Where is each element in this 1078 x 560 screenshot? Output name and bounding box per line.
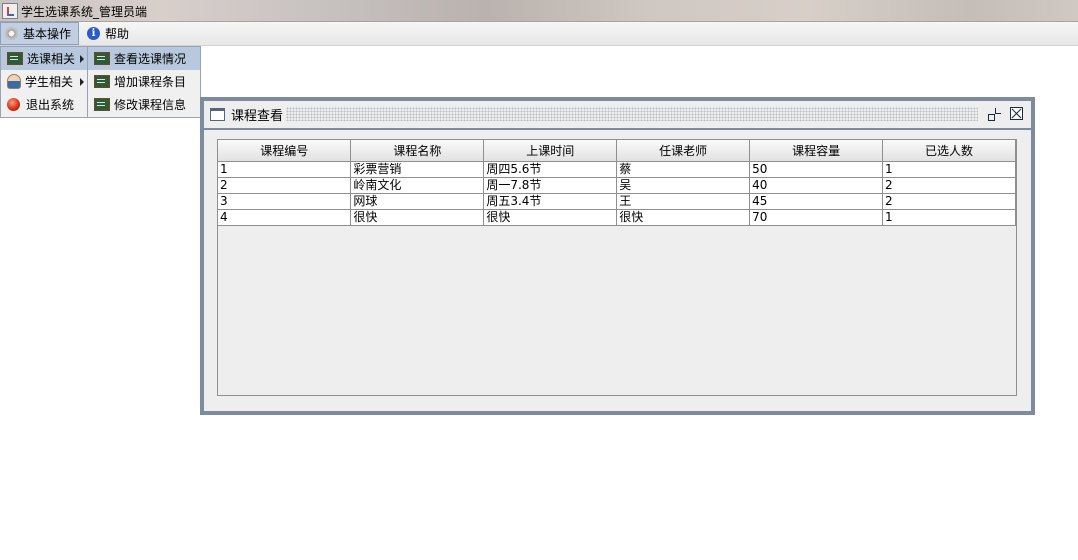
menu-help-label: 帮助 <box>105 27 130 41</box>
title-bar-texture <box>286 107 978 121</box>
column-header-enrolled[interactable]: 已选人数 <box>882 140 1016 162</box>
table-cell[interactable]: 很快 <box>350 209 485 226</box>
menu-item-label: 增加课程条目 <box>114 75 187 89</box>
table-cell[interactable]: 1 <box>218 161 352 178</box>
course-table: 课程编号 课程名称 上课时间 任课老师 课程容量 已选人数 1 彩票营销 周四5… <box>218 140 1016 226</box>
table-cell[interactable]: 1 <box>882 209 1016 226</box>
menu-item-label: 选课相关 <box>27 52 76 66</box>
close-icon[interactable] <box>1010 107 1023 120</box>
gear-icon <box>5 27 18 40</box>
course-submenu: 查看选课情况 增加课程条目 修改课程信息 <box>87 46 201 118</box>
table-cell[interactable]: 王 <box>616 193 751 210</box>
menu-item-label: 查看选课情况 <box>114 52 187 66</box>
blackboard-icon <box>94 52 110 65</box>
table-header-row: 课程编号 课程名称 上课时间 任课老师 课程容量 已选人数 <box>218 140 1016 162</box>
table-cell[interactable]: 50 <box>749 161 884 178</box>
table-cell[interactable]: 2 <box>882 177 1016 194</box>
table-cell[interactable]: 很快 <box>483 209 618 226</box>
table-cell[interactable]: 蔡 <box>616 161 751 178</box>
column-header-teacher[interactable]: 任课老师 <box>616 140 751 162</box>
window-title-bar[interactable]: 学生选课系统_管理员端 <box>0 0 1078 22</box>
menu-basic-dropdown: 选课相关 学生相关 退出系统 <box>0 46 88 118</box>
table-cell[interactable]: 45 <box>749 193 884 210</box>
menu-item-label: 退出系统 <box>26 98 75 112</box>
blackboard-icon <box>94 98 110 111</box>
table-cell[interactable]: 2 <box>882 193 1016 210</box>
menu-item-view-course-selection[interactable]: 查看选课情况 <box>88 47 200 70</box>
info-icon: i <box>87 27 100 40</box>
menu-item-label: 修改课程信息 <box>114 98 187 112</box>
table-cell[interactable]: 70 <box>749 209 884 226</box>
menu-item-edit-course[interactable]: 修改课程信息 <box>88 93 200 116</box>
menu-bar: 基本操作 i 帮助 <box>0 22 1078 46</box>
table-cell[interactable]: 很快 <box>616 209 751 226</box>
table-cell[interactable]: 网球 <box>350 193 485 210</box>
java-app-icon <box>2 3 18 19</box>
internal-frame-title-bar[interactable]: 课程查看 <box>204 101 1031 128</box>
menu-item-course-related[interactable]: 选课相关 <box>1 47 87 70</box>
menu-item-label: 学生相关 <box>25 75 74 89</box>
table-cell[interactable]: 周五3.4节 <box>483 193 618 210</box>
restore-icon[interactable] <box>988 108 1001 121</box>
course-view-internal-frame: 课程查看 课程编号 课程名称 上课时间 任课老师 课程容量 已选人数 1 彩票营… <box>200 97 1035 415</box>
table-cell[interactable]: 周一7.8节 <box>483 177 618 194</box>
menu-item-add-course[interactable]: 增加课程条目 <box>88 70 200 93</box>
blackboard-icon <box>94 75 110 88</box>
column-header-course-id[interactable]: 课程编号 <box>218 140 352 162</box>
submenu-arrow-icon <box>80 55 84 63</box>
table-cell[interactable]: 3 <box>218 193 352 210</box>
menu-basic-operations[interactable]: 基本操作 <box>0 22 79 45</box>
person-icon <box>7 74 21 89</box>
column-header-capacity[interactable]: 课程容量 <box>749 140 884 162</box>
table-cell[interactable]: 吴 <box>616 177 751 194</box>
menu-help[interactable]: i 帮助 <box>83 22 139 45</box>
column-header-course-name[interactable]: 课程名称 <box>350 140 485 162</box>
table-cell[interactable]: 岭南文化 <box>350 177 485 194</box>
table-cell[interactable]: 1 <box>882 161 1016 178</box>
column-header-class-time[interactable]: 上课时间 <box>483 140 618 162</box>
table-cell[interactable]: 40 <box>749 177 884 194</box>
menu-basic-operations-label: 基本操作 <box>23 27 72 41</box>
table-cell[interactable]: 2 <box>218 177 352 194</box>
window-title: 学生选课系统_管理员端 <box>21 5 148 19</box>
table-cell[interactable]: 周四5.6节 <box>483 161 618 178</box>
menu-item-exit-system[interactable]: 退出系统 <box>1 93 87 116</box>
menu-item-student-related[interactable]: 学生相关 <box>1 70 87 93</box>
table-row[interactable]: 1 彩票营销 周四5.6节 蔡 50 1 <box>218 161 1016 178</box>
submenu-arrow-icon <box>80 78 84 86</box>
exit-icon <box>7 98 20 111</box>
internal-frame-title: 课程查看 <box>231 109 284 124</box>
table-row[interactable]: 4 很快 很快 很快 70 1 <box>218 209 1016 226</box>
table-cell[interactable]: 彩票营销 <box>350 161 485 178</box>
table-row[interactable]: 3 网球 周五3.4节 王 45 2 <box>218 193 1016 210</box>
window-icon <box>210 108 225 121</box>
title-divider <box>204 128 1031 130</box>
course-table-scroll-pane[interactable]: 课程编号 课程名称 上课时间 任课老师 课程容量 已选人数 1 彩票营销 周四5… <box>217 139 1017 396</box>
blackboard-icon <box>7 52 23 65</box>
table-cell[interactable]: 4 <box>218 209 352 226</box>
table-row[interactable]: 2 岭南文化 周一7.8节 吴 40 2 <box>218 177 1016 194</box>
